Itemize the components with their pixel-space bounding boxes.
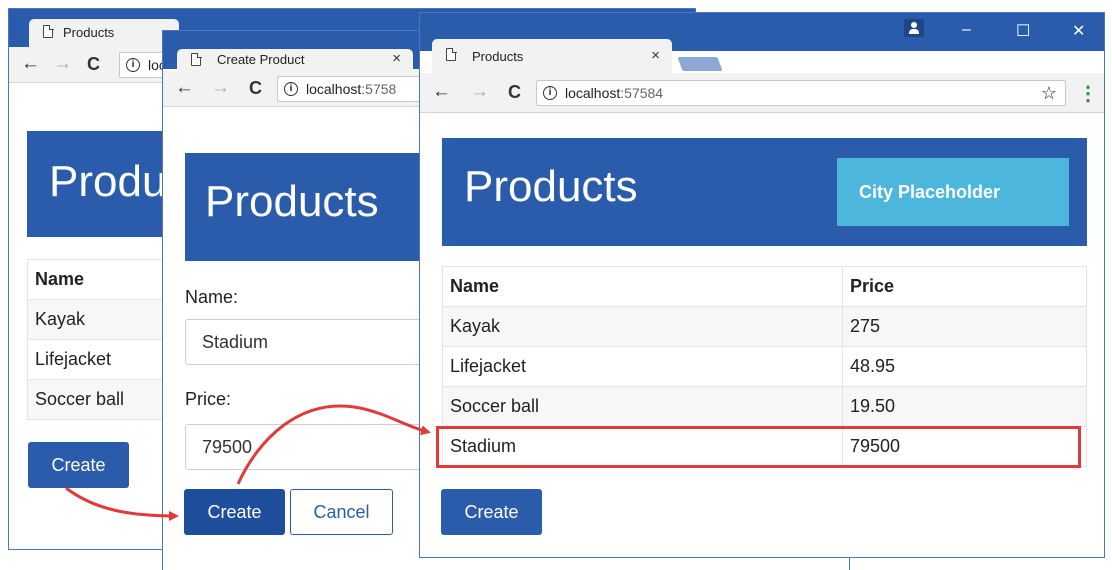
create-button[interactable]: Create bbox=[28, 442, 129, 488]
cell-price: 48.95 bbox=[842, 346, 1087, 387]
close-tab-icon[interactable]: × bbox=[651, 47, 660, 64]
cell-name: Kayak bbox=[442, 306, 843, 347]
bookmark-star-icon[interactable]: ☆ bbox=[1041, 83, 1057, 104]
highlight-box bbox=[436, 426, 1081, 468]
url-host: localhost bbox=[306, 81, 362, 97]
page-header: Products bbox=[185, 153, 425, 261]
close-tab-icon[interactable]: × bbox=[392, 50, 401, 67]
reload-icon[interactable]: C bbox=[87, 53, 100, 75]
url-text: localhost:5758 bbox=[306, 81, 396, 97]
close-window-icon[interactable]: ✕ bbox=[1072, 21, 1085, 41]
column-header-price: Price bbox=[842, 266, 1087, 307]
info-icon[interactable]: i bbox=[284, 82, 298, 96]
url-port: :57584 bbox=[620, 85, 664, 101]
info-icon[interactable]: i bbox=[543, 86, 557, 100]
user-icon[interactable] bbox=[904, 19, 924, 37]
page-title: Products bbox=[205, 177, 379, 226]
page-header: Products City Placeholder bbox=[442, 138, 1087, 246]
city-text: City Placeholder bbox=[859, 182, 1001, 202]
forward-icon[interactable]: → bbox=[470, 81, 489, 103]
back-icon[interactable]: ← bbox=[21, 53, 40, 75]
url-host: localhost bbox=[565, 85, 621, 101]
menu-icon[interactable]: ⋮ bbox=[1078, 81, 1098, 106]
city-badge: City Placeholder bbox=[837, 158, 1069, 226]
forward-icon[interactable]: → bbox=[53, 53, 72, 75]
table-row: Lifejacket 48.95 bbox=[442, 346, 1087, 387]
cell-name: Lifejacket bbox=[442, 346, 843, 387]
page-header: Products bbox=[27, 131, 223, 237]
forward-icon[interactable]: → bbox=[211, 77, 230, 99]
name-label: Name: bbox=[185, 287, 239, 307]
maximize-icon[interactable]: ☐ bbox=[1016, 21, 1030, 41]
page-icon bbox=[446, 47, 457, 61]
browser-window-products-updated: Products × – ☐ ✕ ← → C i localhost:57584… bbox=[419, 12, 1105, 558]
table-row: Kayak 275 bbox=[442, 306, 1087, 347]
new-tab-button[interactable] bbox=[677, 57, 723, 71]
tab-title: Products bbox=[63, 25, 115, 40]
page-icon bbox=[191, 52, 202, 66]
tab-title: Products bbox=[472, 49, 524, 64]
reload-icon[interactable]: C bbox=[508, 81, 521, 103]
cancel-button[interactable]: Cancel bbox=[290, 489, 393, 535]
create-button[interactable]: Create bbox=[184, 489, 285, 535]
cell-name: Soccer ball bbox=[442, 386, 843, 427]
back-icon[interactable]: ← bbox=[432, 81, 451, 103]
reload-icon[interactable]: C bbox=[249, 77, 262, 99]
info-icon[interactable]: i bbox=[126, 58, 140, 72]
browser-toolbar: ← → C i localhost:57584 ☆ ⋮ bbox=[420, 73, 1104, 113]
cell-price: 19.50 bbox=[842, 386, 1087, 427]
address-bar[interactable]: i localhost:57584 ☆ bbox=[536, 80, 1066, 106]
url-port: :5758 bbox=[361, 81, 397, 97]
back-icon[interactable]: ← bbox=[175, 77, 194, 99]
url-text: localhost:57584 bbox=[565, 85, 663, 101]
column-header-name: Name bbox=[442, 266, 843, 307]
cell-price: 275 bbox=[842, 306, 1087, 347]
minimize-icon[interactable]: – bbox=[962, 21, 971, 39]
tab-products[interactable]: Products bbox=[29, 19, 179, 47]
tab-create-product[interactable]: Create Product × bbox=[177, 49, 413, 71]
create-button[interactable]: Create bbox=[441, 489, 542, 535]
table-row: Soccer ball 19.50 bbox=[442, 386, 1087, 427]
tab-title: Create Product bbox=[217, 52, 305, 67]
page-icon bbox=[43, 24, 54, 38]
name-input[interactable]: Stadium bbox=[185, 319, 425, 365]
price-label: Price: bbox=[185, 389, 232, 409]
tab-products[interactable]: Products × bbox=[432, 39, 672, 73]
page-title: Products bbox=[464, 162, 638, 211]
price-input[interactable]: 79500 bbox=[185, 424, 425, 470]
